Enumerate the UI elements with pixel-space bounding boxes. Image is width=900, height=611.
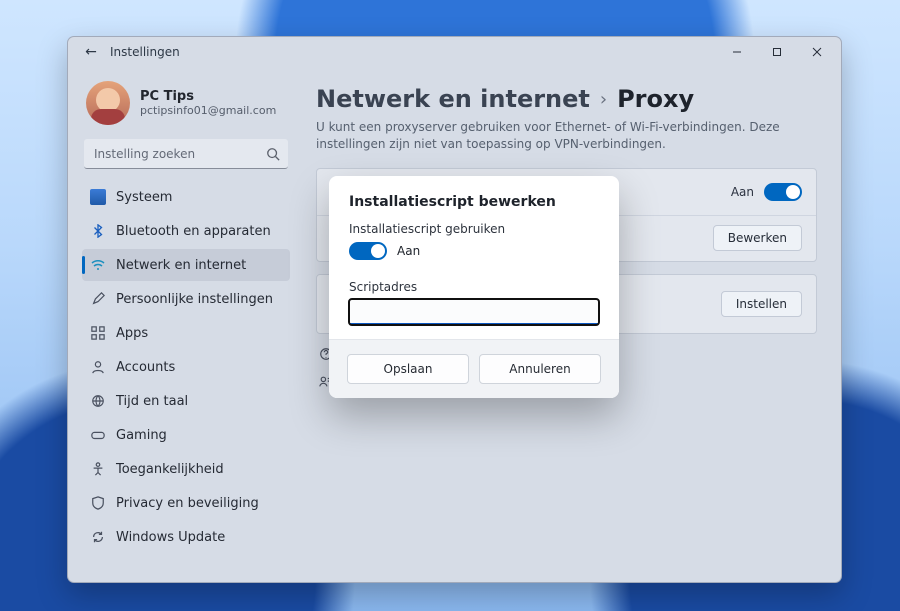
sidebar-item-label: Toegankelijkheid <box>116 462 224 477</box>
auto-detect-toggle[interactable] <box>764 183 802 201</box>
nav-list: Systeem Bluetooth en apparaten Netwerk e… <box>82 181 290 553</box>
toggle-state: Aan <box>731 185 754 199</box>
edit-button[interactable]: Bewerken <box>713 225 802 251</box>
user-name: PC Tips <box>140 89 276 104</box>
sidebar-item-label: Privacy en beveiliging <box>116 496 259 511</box>
sidebar-item-label: Bluetooth en apparaten <box>116 224 271 239</box>
sidebar-item-label: Persoonlijke instellingen <box>116 292 273 307</box>
sidebar-item-system[interactable]: Systeem <box>82 181 290 213</box>
breadcrumb: Netwerk en internet › Proxy <box>316 85 817 113</box>
breadcrumb-parent[interactable]: Netwerk en internet <box>316 85 590 113</box>
sidebar-item-update[interactable]: Windows Update <box>82 521 290 553</box>
search-icon <box>266 146 280 160</box>
sidebar-item-privacy[interactable]: Privacy en beveiliging <box>82 487 290 519</box>
avatar <box>86 81 130 125</box>
sidebar-item-personalization[interactable]: Persoonlijke instellingen <box>82 283 290 315</box>
setup-button[interactable]: Instellen <box>721 291 802 317</box>
search-wrap <box>84 139 288 169</box>
page-description: U kunt een proxyserver gebruiken voor Et… <box>316 119 786 154</box>
sidebar-item-time[interactable]: Tijd en taal <box>82 385 290 417</box>
user-block[interactable]: PC Tips pctipsinfo01@gmail.com <box>86 81 286 125</box>
edit-script-dialog: Installatiescript bewerken Installatiesc… <box>329 176 619 398</box>
save-button[interactable]: Opslaan <box>347 354 469 384</box>
update-icon <box>90 529 106 545</box>
system-icon <box>90 189 106 205</box>
back-icon[interactable]: ← <box>82 44 100 60</box>
sidebar-item-label: Windows Update <box>116 530 225 545</box>
person-icon <box>90 359 106 375</box>
cancel-button[interactable]: Annuleren <box>479 354 601 384</box>
close-button[interactable] <box>797 37 837 67</box>
window-buttons <box>717 37 837 67</box>
minimize-button[interactable] <box>717 37 757 67</box>
sidebar-item-label: Systeem <box>116 190 172 205</box>
breadcrumb-current: Proxy <box>617 85 694 113</box>
use-script-toggle[interactable] <box>349 242 387 260</box>
shield-icon <box>90 495 106 511</box>
apps-icon <box>90 325 106 341</box>
chevron-right-icon: › <box>600 89 607 110</box>
wifi-icon <box>90 257 106 273</box>
window-title: Instellingen <box>110 45 180 59</box>
search-input[interactable] <box>84 139 288 169</box>
sidebar: PC Tips pctipsinfo01@gmail.com Systeem B… <box>68 67 300 582</box>
sidebar-item-label: Netwerk en internet <box>116 258 246 273</box>
brush-icon <box>90 291 106 307</box>
script-address-label: Scriptadres <box>349 280 417 294</box>
sidebar-item-bluetooth[interactable]: Bluetooth en apparaten <box>82 215 290 247</box>
sidebar-item-label: Apps <box>116 326 148 341</box>
accessibility-icon <box>90 461 106 477</box>
globe-icon <box>90 393 106 409</box>
toggle-state-label: Aan <box>397 244 420 258</box>
sidebar-item-accounts[interactable]: Accounts <box>82 351 290 383</box>
use-script-label: Installatiescript gebruiken <box>349 222 599 236</box>
sidebar-item-gaming[interactable]: Gaming <box>82 419 290 451</box>
sidebar-item-network[interactable]: Netwerk en internet <box>82 249 290 281</box>
dialog-title: Installatiescript bewerken <box>349 194 599 210</box>
sidebar-item-label: Tijd en taal <box>116 394 188 409</box>
bluetooth-icon <box>90 223 106 239</box>
sidebar-item-label: Gaming <box>116 428 167 443</box>
titlebar: ← Instellingen <box>68 37 841 67</box>
sidebar-item-apps[interactable]: Apps <box>82 317 290 349</box>
script-address-input[interactable] <box>349 299 599 325</box>
sidebar-item-label: Accounts <box>116 360 175 375</box>
maximize-button[interactable] <box>757 37 797 67</box>
sidebar-item-accessibility[interactable]: Toegankelijkheid <box>82 453 290 485</box>
user-email: pctipsinfo01@gmail.com <box>140 104 276 117</box>
gaming-icon <box>90 427 106 443</box>
